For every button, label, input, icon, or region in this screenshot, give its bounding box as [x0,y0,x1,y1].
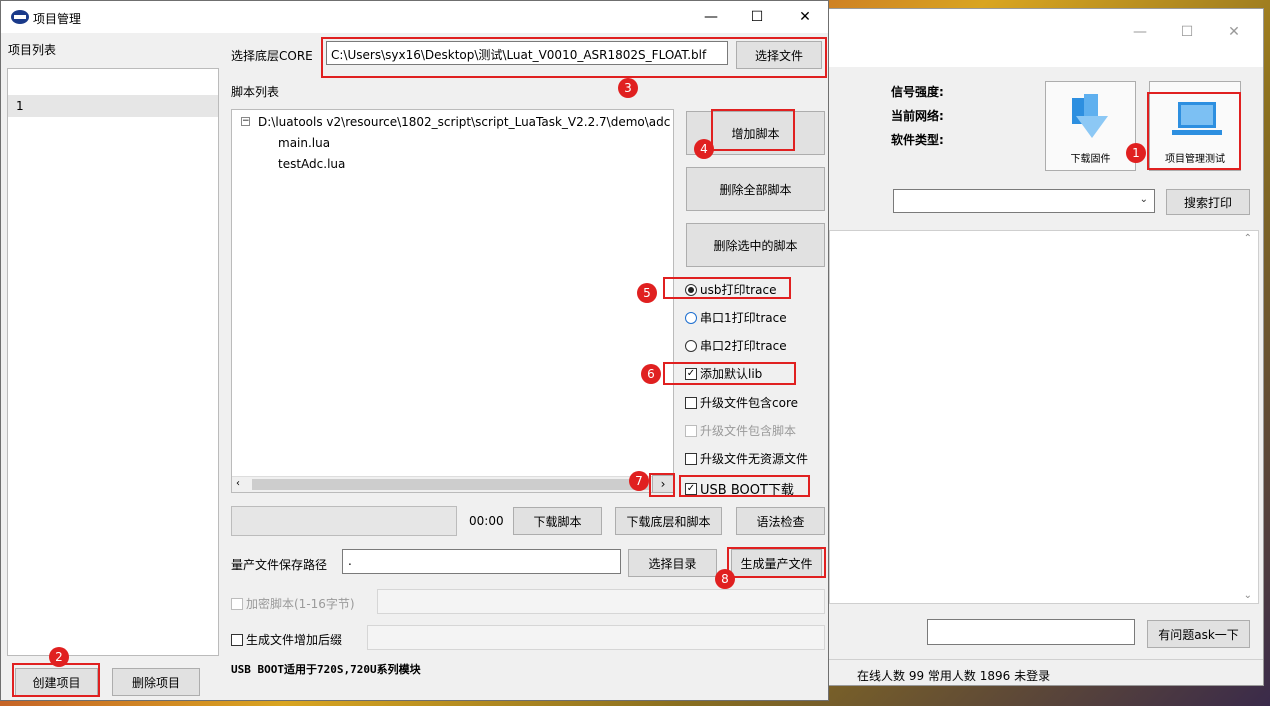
select-directory-button[interactable]: 选择目录 [628,549,717,577]
highlight-generate [727,547,826,578]
script-tree[interactable]: − D:\luatools v2\resource\1802_script\sc… [231,109,674,493]
delete-selected-scripts-button[interactable]: 删除选中的脚本 [686,223,825,267]
collapse-icon[interactable]: − [241,117,250,126]
software-label: 软件类型: [891,133,944,147]
chevron-down-icon: ⌄ [1139,194,1148,205]
ask-button[interactable]: 有问题ask一下 [1147,620,1250,648]
step-badge-4: 4 [694,139,714,159]
step-badge-2: 2 [49,647,69,667]
close-button[interactable]: ✕ [782,2,828,32]
uart2-trace-radio[interactable]: 串口2打印trace [685,337,787,354]
highlight-add-lib [663,362,796,385]
encrypt-key-field [377,589,825,614]
ask-input[interactable] [927,619,1135,645]
step-badge-7: 7 [629,471,649,491]
uart1-trace-radio[interactable]: 串口1打印trace [685,309,787,326]
search-print-button[interactable]: 搜索打印 [1166,189,1250,215]
step-badge-1: 1 [1126,143,1146,163]
scroll-down-icon[interactable]: ⌄ [1244,590,1252,601]
list-item[interactable]: 1 [8,95,218,117]
download-script-button[interactable]: 下载脚本 [513,507,602,535]
progress-bar [231,506,457,536]
highlight-create-project [12,663,100,697]
checkbox-icon [231,597,243,610]
network-label: 当前网络: [891,109,944,123]
project-list[interactable]: 1 [7,68,219,656]
checkbox-icon [685,396,697,409]
app-logo-icon [11,10,29,24]
checkbox-icon [685,452,697,465]
production-path-label: 量产文件保存路径 [231,558,328,572]
checkbox-icon [685,424,697,437]
highlight-project-test [1147,92,1241,170]
step-badge-6: 6 [641,364,661,384]
bg-title-bar: — ☐ ✕ [829,9,1263,67]
script-list-label: 脚本列表 [231,85,280,99]
upgrade-no-res-checkbox[interactable]: 升级文件无资源文件 [685,450,808,467]
tree-root[interactable]: D:\luatools v2\resource\1802_script\scri… [258,115,670,129]
tree-file[interactable]: main.lua [278,136,330,150]
checkbox-icon [231,633,243,646]
step-badge-3: 3 [618,78,638,98]
usb-boot-note: USB BOOT适用于720S,720U系列模块 [231,663,421,676]
download-firmware-button[interactable]: 下载固件 [1045,81,1136,171]
highlight-scroll [649,473,675,497]
scroll-up-icon[interactable]: ⌃ [1244,233,1252,244]
log-area[interactable]: ⌃ ⌄ [829,230,1259,604]
project-manager-window: 项目管理 — ☐ ✕ 项目列表 1 创建项目 2 删除项目 选择底层CORE C… [0,0,829,701]
title-bar: 项目管理 — ☐ ✕ [1,1,828,33]
radio-icon [685,339,697,352]
port-select[interactable]: ⌄ [893,189,1155,213]
scroll-thumb[interactable] [252,479,650,490]
maximize-button[interactable]: ☐ [734,2,780,32]
project-list-label: 项目列表 [8,43,57,57]
delete-all-scripts-button[interactable]: 删除全部脚本 [686,167,825,211]
status-text: 在线人数 99 常用人数 1896 未登录 [857,669,1051,683]
syntax-check-button[interactable]: 语法检查 [736,507,825,535]
scroll-left-icon[interactable]: ‹ [236,478,240,489]
encrypt-script-checkbox: 加密脚本(1-16字节) [231,595,355,612]
horizontal-scrollbar[interactable]: ‹ [232,476,673,492]
highlight-usb-boot [679,475,810,497]
upgrade-script-checkbox: 升级文件包含脚本 [685,422,796,439]
highlight-usb-trace [663,277,791,299]
add-suffix-checkbox[interactable]: 生成文件增加后缀 [231,631,342,648]
production-path-field[interactable]: . [342,549,621,574]
suffix-field [367,625,825,650]
minimize-button[interactable]: — [688,2,734,32]
elapsed-time: 00:00 [469,514,504,528]
status-bar: 在线人数 99 常用人数 1896 未登录 [829,659,1263,687]
bg-minimize-button[interactable]: — [1117,17,1163,47]
tree-file[interactable]: testAdc.lua [278,157,345,171]
bg-close-button[interactable]: ✕ [1211,17,1257,47]
delete-project-button[interactable]: 删除项目 [112,668,200,696]
radio-icon [685,311,697,324]
window-title: 项目管理 [33,12,82,26]
highlight-add-script [711,109,795,151]
core-label: 选择底层CORE [231,49,313,63]
upgrade-core-checkbox[interactable]: 升级文件包含core [685,394,798,411]
signal-label: 信号强度: [891,85,944,99]
step-badge-5: 5 [637,283,657,303]
step-badge-8: 8 [715,569,735,589]
highlight-core [321,37,827,78]
bg-maximize-button[interactable]: ☐ [1164,17,1210,47]
download-arrow-icon [1072,94,1108,138]
background-window: — ☐ ✕ 信号强度: 当前网络: 软件类型: 下载固件 项目管理测试 1 ⌄ … [828,8,1264,686]
download-core-and-script-button[interactable]: 下载底层和脚本 [615,507,722,535]
